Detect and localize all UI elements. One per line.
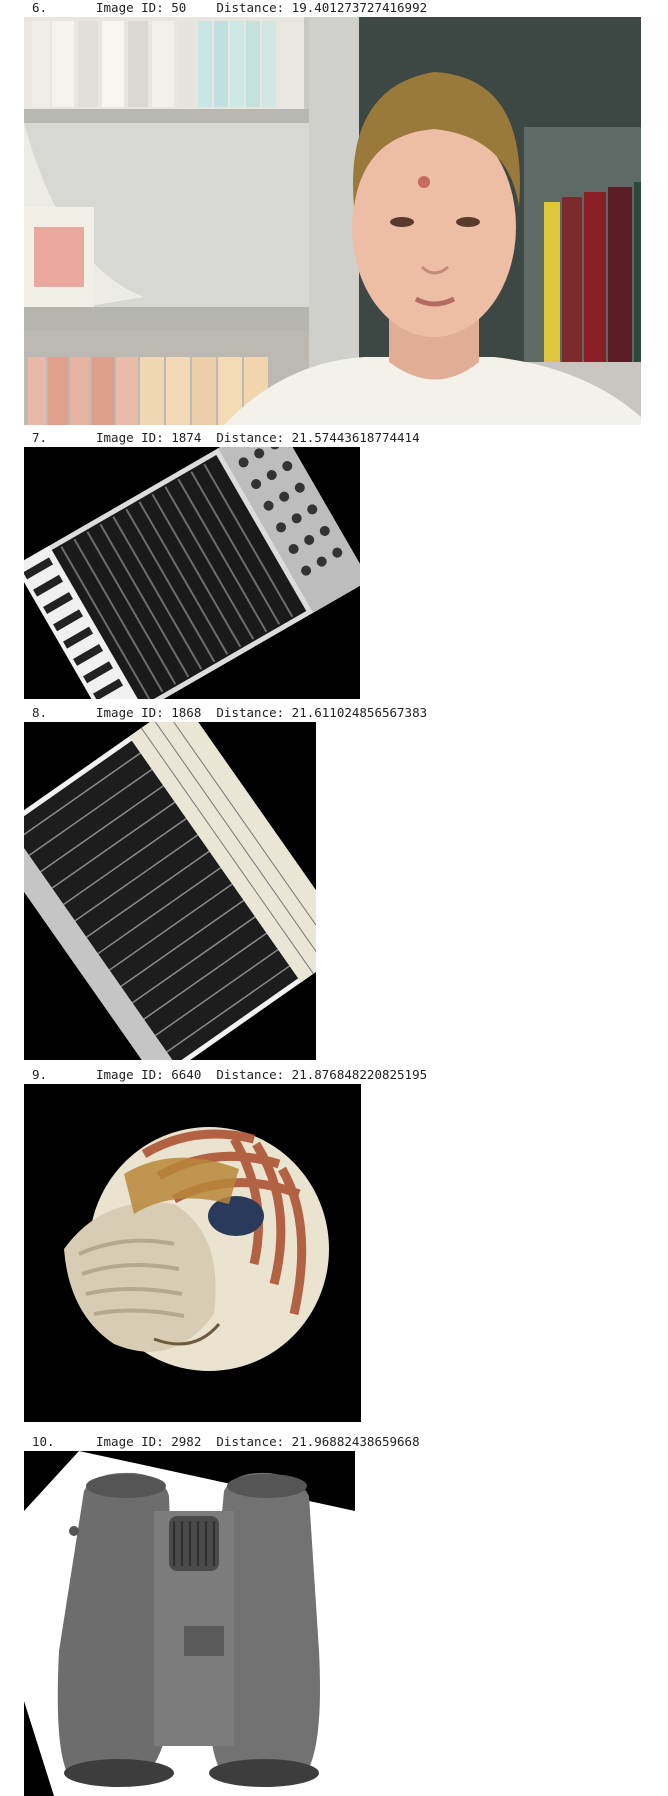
result-image-accordion (24, 722, 316, 1060)
result-label: 6. Image ID: 50 Distance: 19.40127372741… (0, 0, 427, 16)
result-rank: 10. (32, 1434, 55, 1449)
result-image-portrait (24, 17, 641, 425)
result-image-binoculars (24, 1451, 355, 1796)
result-meta: Image ID: 1868 Distance: 21.611024856567… (96, 705, 428, 720)
result-image-accordion (24, 447, 360, 699)
result-label: 7. Image ID: 1874 Distance: 21.574436187… (0, 430, 420, 446)
result-meta: Image ID: 50 Distance: 19.40127372741699… (96, 0, 428, 15)
result-rank: 9. (32, 1067, 48, 1082)
result-label: 10. Image ID: 2982 Distance: 21.96882438… (0, 1434, 420, 1450)
result-rank: 7. (32, 430, 48, 445)
result-rank: 8. (32, 705, 48, 720)
result-meta: Image ID: 1874 Distance: 21.574436187744… (96, 430, 420, 445)
result-meta: Image ID: 2982 Distance: 21.968824386596… (96, 1434, 420, 1449)
result-label: 8. Image ID: 1868 Distance: 21.611024856… (0, 705, 427, 721)
result-image-nautilus (24, 1084, 361, 1422)
result-meta: Image ID: 6640 Distance: 21.876848220825… (96, 1067, 428, 1082)
result-rank: 6. (32, 0, 48, 15)
result-label: 9. Image ID: 6640 Distance: 21.876848220… (0, 1067, 427, 1083)
